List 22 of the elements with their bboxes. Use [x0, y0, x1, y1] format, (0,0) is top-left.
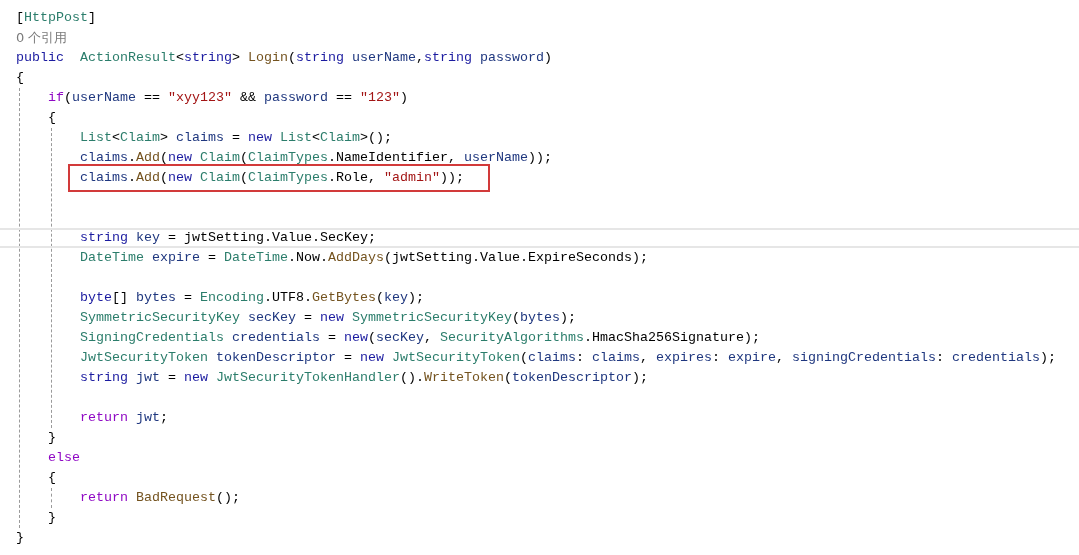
code-line: return jwt; [80, 409, 168, 427]
code-line: SigningCredentials credentials = new(secKey, SecurityAlgorithms.HmacSha256Signature); [80, 329, 760, 347]
code-line: else [48, 449, 80, 467]
code-line: { [16, 69, 24, 87]
code-line: byte[] bytes = Encoding.UTF8.GetBytes(key); [80, 289, 424, 307]
code-line: { [48, 109, 56, 127]
code-line: } [48, 509, 56, 527]
code-line: JwtSecurityToken tokenDescriptor = new JwtSecurityToken(claims: claims, expires: expire, signingCredentials: credentials); [80, 349, 1056, 367]
code-line: { [48, 469, 56, 487]
code-line: if(userName == "xyy123" && password == "123") [48, 89, 408, 107]
code-line: SymmetricSecurityKey secKey = new SymmetricSecurityKey(bytes); [80, 309, 576, 327]
code-line: [HttpPost] [16, 9, 96, 27]
code-line: public ActionResult<string> Login(string userName,string password) [16, 49, 552, 67]
code-line: } [48, 429, 56, 447]
code-line: claims.Add(new Claim(ClaimTypes.NameIdentifier, userName)); [80, 149, 552, 167]
code-line: string jwt = new JwtSecurityTokenHandler().WriteToken(tokenDescriptor); [80, 369, 648, 387]
code-line: List<Claim> claims = new List<Claim>(); [80, 129, 392, 147]
code-line: return BadRequest(); [80, 489, 240, 507]
code-line: DateTime expire = DateTime.Now.AddDays(jwtSetting.Value.ExpireSeconds); [80, 249, 648, 267]
reference-count[interactable]: 0 个引用 [16, 28, 68, 48]
code-line: string key = jwtSetting.Value.SecKey; [80, 229, 376, 247]
code-line: } [16, 529, 24, 547]
